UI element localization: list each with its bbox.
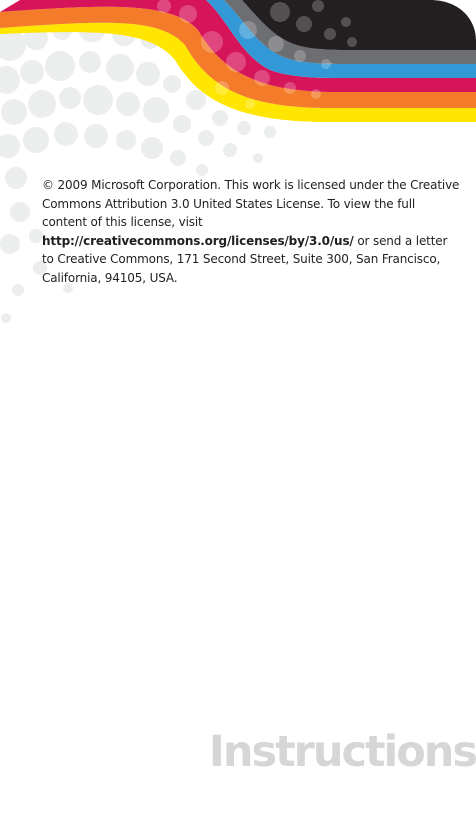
- license-text-before: © 2009 Microsoft Corporation. This work …: [42, 178, 460, 229]
- license-notice: © 2009 Microsoft Corporation. This work …: [42, 176, 462, 287]
- instructions-title: Instructions: [208, 727, 476, 777]
- license-url-link[interactable]: http://creativecommons.org/licenses/by/3…: [42, 234, 354, 248]
- cover-page: © 2009 Microsoft Corporation. This work …: [0, 0, 476, 829]
